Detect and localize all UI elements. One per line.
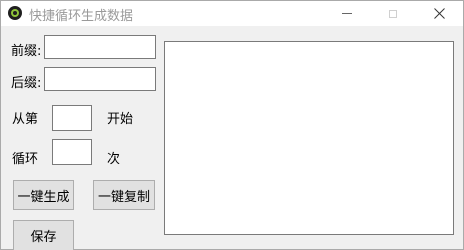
maximize-icon [389, 9, 397, 18]
minimize-button[interactable] [324, 1, 370, 26]
from-label: 从第 [12, 112, 39, 127]
times-label: 次 [107, 152, 121, 167]
prefix-label: 前缀: [11, 44, 42, 59]
minimize-icon [342, 13, 352, 14]
app-logo-icon [8, 6, 22, 20]
title-bar[interactable]: 快捷循环生成数据 [1, 1, 463, 26]
loop-label: 循环 [12, 152, 39, 167]
output-textarea[interactable] [164, 41, 454, 235]
loop-count-input[interactable] [52, 139, 92, 165]
close-button[interactable] [416, 1, 462, 26]
window-title: 快捷循环生成数据 [29, 9, 134, 24]
app-window: 快捷循环生成数据 前缀: 后缀: 从第 开始 循环 次 一键生成 一键复制 保存 [0, 0, 464, 250]
copy-button[interactable]: 一键复制 [93, 180, 155, 210]
prefix-input[interactable] [44, 35, 156, 59]
start-label: 开始 [107, 112, 134, 127]
start-index-input[interactable] [52, 105, 92, 131]
suffix-label: 后缀: [11, 76, 42, 91]
save-button[interactable]: 保存 [13, 220, 74, 250]
generate-button[interactable]: 一键生成 [13, 180, 74, 210]
maximize-button[interactable] [370, 1, 416, 26]
close-icon [433, 8, 445, 19]
suffix-input[interactable] [44, 67, 156, 91]
